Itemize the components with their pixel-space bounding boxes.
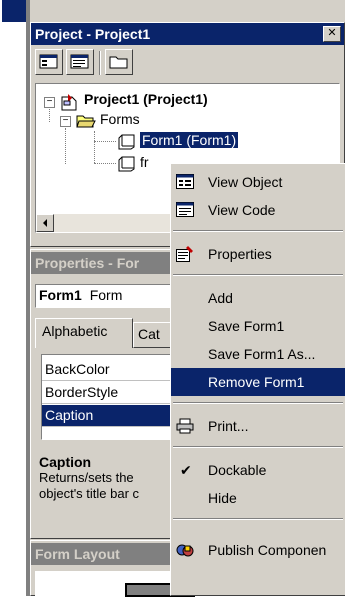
close-icon: ✕ bbox=[327, 27, 337, 39]
tree-item-form1[interactable]: Form1 (Form1) bbox=[138, 131, 240, 149]
menu-separator bbox=[173, 518, 343, 520]
menu-separator bbox=[173, 402, 343, 404]
menu-item-dockable[interactable]: ✔ Dockable bbox=[171, 456, 345, 484]
folder-icon bbox=[109, 56, 128, 69]
menu-separator bbox=[173, 230, 343, 232]
tree-expander-forms[interactable]: − bbox=[60, 116, 71, 127]
printer-icon bbox=[176, 418, 194, 434]
form-layout-title: Form Layout bbox=[35, 546, 120, 562]
project-toolbar bbox=[35, 49, 155, 77]
menu-separator bbox=[173, 274, 343, 276]
view-code-icon bbox=[176, 202, 194, 217]
checkmark-icon: ✔ bbox=[180, 462, 192, 478]
tree-item-form2[interactable]: fr bbox=[140, 154, 149, 170]
background-window-edge bbox=[0, 0, 30, 596]
menu-item-properties[interactable]: Properties bbox=[171, 240, 345, 268]
menu-item-add[interactable]: Add bbox=[171, 284, 345, 312]
menu-item-view-code[interactable]: View Code bbox=[171, 196, 345, 224]
context-menu: View Object View Code Properties Add Sav… bbox=[170, 163, 345, 596]
tree-expander-root[interactable]: − bbox=[44, 97, 55, 108]
arrow-left-icon bbox=[43, 219, 47, 227]
menu-item-hide[interactable]: Hide bbox=[171, 484, 345, 512]
project-icon bbox=[61, 94, 77, 111]
menu-item-save-form1-as[interactable]: Save Form1 As... bbox=[171, 340, 345, 368]
publish-icon bbox=[176, 544, 194, 557]
tree-root-label[interactable]: Project1 (Project1) bbox=[84, 91, 208, 107]
menu-separator bbox=[173, 446, 343, 448]
properties-icon bbox=[176, 246, 193, 262]
menu-item-remove-form1[interactable]: Remove Form1 bbox=[171, 368, 345, 396]
scroll-left-button[interactable] bbox=[36, 214, 54, 232]
form-icon bbox=[118, 134, 135, 150]
object-name: Form1 bbox=[39, 287, 82, 303]
folder-open-icon bbox=[76, 115, 96, 128]
view-object-icon bbox=[39, 54, 58, 69]
object-type: Form bbox=[89, 287, 123, 303]
toggle-folders-toolbar-button[interactable] bbox=[105, 49, 133, 75]
toolbar-separator bbox=[99, 51, 101, 75]
menu-item-save-form1[interactable]: Save Form1 bbox=[171, 312, 345, 340]
project-window-titlebar[interactable]: Project - Project1 bbox=[31, 23, 344, 45]
project-window-title: Project - Project1 bbox=[35, 26, 151, 42]
tab-alphabetic[interactable]: Alphabetic bbox=[35, 318, 133, 348]
view-code-icon bbox=[70, 54, 89, 69]
view-object-icon bbox=[176, 174, 194, 189]
properties-window-title: Properties - For bbox=[35, 255, 140, 271]
form-icon bbox=[118, 156, 135, 172]
tree-folder-label[interactable]: Forms bbox=[100, 111, 140, 127]
menu-item-print[interactable]: Print... bbox=[171, 412, 345, 440]
project-close-button[interactable]: ✕ bbox=[323, 26, 341, 42]
view-object-toolbar-button[interactable] bbox=[35, 49, 63, 75]
view-code-toolbar-button[interactable] bbox=[66, 49, 94, 75]
menu-item-publish-component[interactable]: Publish Componen bbox=[171, 536, 345, 564]
menu-item-view-object[interactable]: View Object bbox=[171, 168, 345, 196]
